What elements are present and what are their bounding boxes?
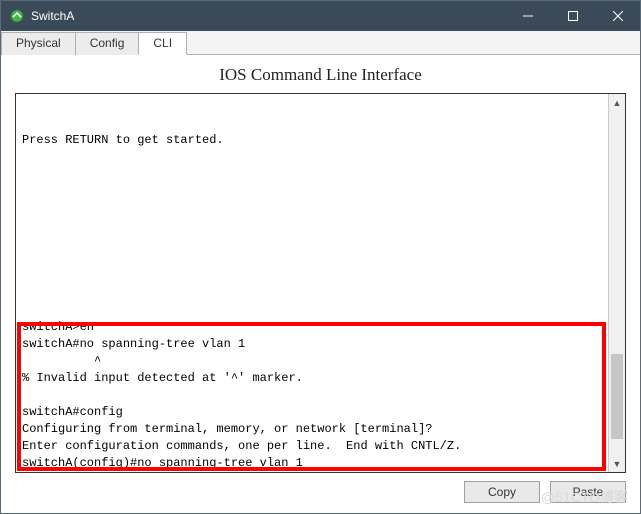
tab-config[interactable]: Config [75,32,140,55]
terminal-line: ^ [22,354,101,368]
titlebar: SwitchA [1,1,640,31]
scrollbar[interactable]: ▲ ▼ [608,94,625,472]
terminal-line: Configuring from terminal, memory, or ne… [22,422,432,436]
page-title: IOS Command Line Interface [15,65,626,85]
terminal-line: Press RETURN to get started. [22,133,224,147]
terminal-line: Enter configuration commands, one per li… [22,439,461,453]
close-button[interactable] [595,1,640,31]
tabstrip: Physical Config CLI [1,31,640,55]
content-area: IOS Command Line Interface Press RETURN … [1,55,640,511]
tab-cli[interactable]: CLI [138,32,187,55]
terminal-line: switchA>en [22,320,94,334]
terminal-output[interactable]: Press RETURN to get started. switchA>en … [16,94,608,472]
scroll-thumb[interactable] [611,354,623,439]
button-row: Copy Paste [15,481,626,503]
scroll-up-icon[interactable]: ▲ [609,94,625,111]
minimize-button[interactable] [505,1,550,31]
paste-button[interactable]: Paste [550,481,626,503]
app-icon [9,8,25,24]
terminal-line: % Invalid input detected at '^' marker. [22,371,303,385]
tab-physical[interactable]: Physical [1,32,76,55]
terminal-line: switchA#config [22,405,123,419]
scroll-down-icon[interactable]: ▼ [609,455,625,472]
terminal-line: switchA#no spanning-tree vlan 1 [22,337,245,351]
terminal-container: Press RETURN to get started. switchA>en … [15,93,626,473]
maximize-button[interactable] [550,1,595,31]
terminal-line: switchA(config)#no spanning-tree vlan 1 [22,456,303,470]
copy-button[interactable]: Copy [464,481,540,503]
window-title: SwitchA [31,9,74,23]
